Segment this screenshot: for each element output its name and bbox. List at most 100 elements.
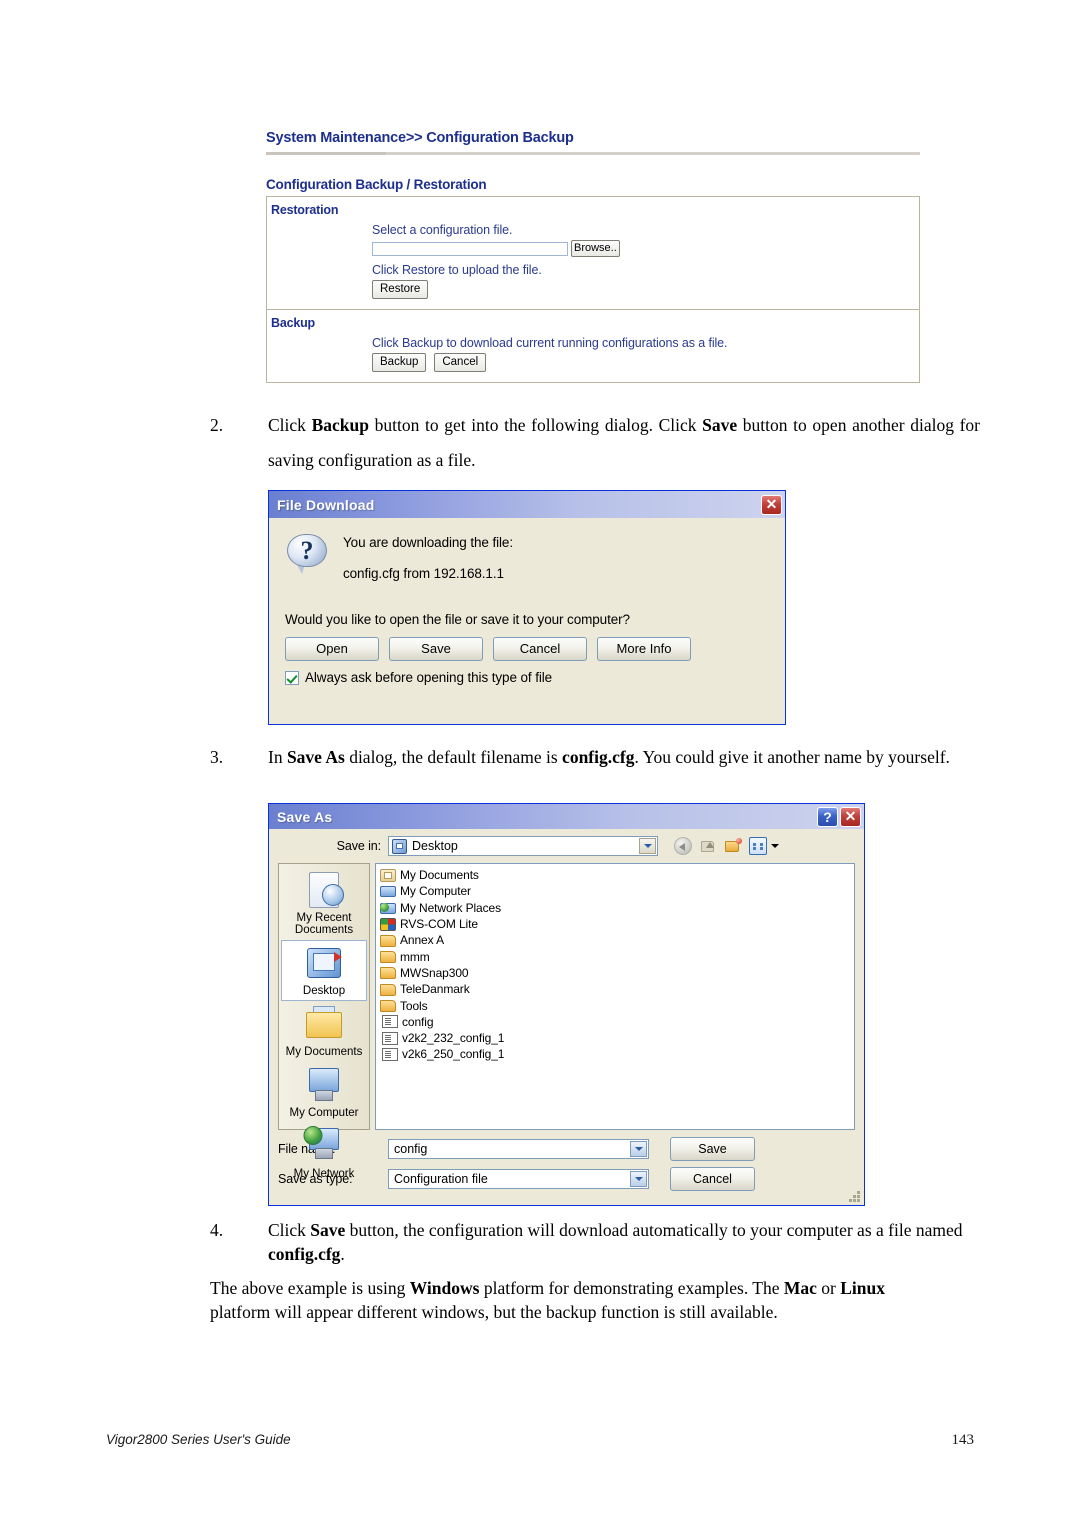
place-my-computer[interactable]: My Computer	[281, 1062, 367, 1123]
new-folder-icon[interactable]	[724, 837, 742, 855]
save-as-title: Save As	[277, 808, 333, 825]
place-my-recent-documents[interactable]: My Recent Documents	[281, 867, 367, 940]
document-icon	[382, 1047, 398, 1061]
always-ask-label: Always ask before opening this type of f…	[305, 670, 553, 685]
list-item[interactable]: mmm	[380, 948, 850, 964]
chevron-down-icon[interactable]	[630, 1171, 647, 1187]
help-icon[interactable]: ?	[817, 806, 838, 827]
always-ask-checkbox[interactable]	[285, 670, 299, 685]
open-button[interactable]: Open	[285, 637, 379, 661]
file-name-value: config	[394, 1142, 428, 1156]
list-item[interactable]: My Computer	[380, 883, 850, 899]
close-icon[interactable]: ✕	[761, 494, 782, 515]
download-question-text: Would you like to open the file or save …	[285, 612, 630, 627]
list-item[interactable]: v2k2_232_config_1	[380, 1030, 850, 1046]
click-restore-text: Click Restore to upload the file.	[372, 263, 542, 277]
page-number: 143	[951, 1432, 975, 1448]
list-item[interactable]: RVS-COM Lite	[380, 916, 850, 932]
config-file-input[interactable]	[372, 241, 568, 256]
views-icon[interactable]	[749, 837, 767, 855]
folder-icon	[380, 934, 396, 947]
my-documents-icon	[282, 1004, 366, 1044]
restore-button[interactable]: Restore	[372, 280, 429, 299]
save-in-value: Desktop	[412, 839, 458, 853]
browse-button[interactable]: Browse..	[571, 240, 620, 257]
save-button[interactable]: Save	[389, 637, 483, 661]
router-config-panel: System Maintenance>> Configuration Backu…	[266, 130, 922, 383]
step-2-number: 2.	[210, 415, 224, 435]
place-label: My Documents	[285, 1046, 363, 1058]
my-recent-documents-icon	[282, 870, 366, 910]
restoration-label: Restoration	[271, 203, 339, 217]
list-item-label: config	[402, 1014, 434, 1029]
breadcrumb-current: Configuration Backup	[426, 130, 574, 146]
save-as-titlebar[interactable]: Save As ? ✕	[269, 804, 864, 829]
save-in-label: Save in:	[336, 839, 381, 853]
resize-grip[interactable]	[849, 1191, 861, 1203]
place-my-documents[interactable]: My Documents	[281, 1001, 367, 1062]
step-3: 3. In Save As dialog, the default filena…	[210, 745, 980, 769]
back-icon[interactable]	[674, 837, 692, 855]
list-item[interactable]: My Network Places	[380, 900, 850, 916]
chevron-down-icon[interactable]	[639, 838, 656, 854]
my-network-icon	[282, 1126, 366, 1166]
document-icon	[382, 1015, 398, 1029]
more-info-button[interactable]: More Info	[597, 637, 691, 661]
step-4-text: Click Save button, the configuration wil…	[268, 1220, 963, 1264]
file-list[interactable]: My Documents My Computer My Network Plac…	[375, 863, 855, 1130]
file-download-titlebar[interactable]: File Download ✕	[269, 491, 785, 518]
page-title: Configuration Backup / Restoration	[266, 177, 487, 192]
list-item-label: MWSnap300	[400, 965, 469, 980]
download-line-2: config.cfg from 192.168.1.1	[343, 566, 504, 581]
list-item-label: Tools	[400, 998, 428, 1013]
list-item-label: My Documents	[400, 868, 479, 883]
desktop-icon	[282, 943, 366, 983]
save-as-type-select[interactable]: Configuration file	[388, 1169, 649, 1189]
breadcrumb-separator: >>	[405, 130, 423, 146]
restoration-section: Restoration Select a configuration file.…	[267, 197, 919, 309]
list-item[interactable]: v2k6_250_config_1	[380, 1046, 850, 1062]
my-documents-icon	[380, 868, 396, 882]
place-desktop[interactable]: Desktop	[281, 940, 367, 1001]
platform-note: The above example is using Windows platf…	[210, 1278, 885, 1322]
save-in-combobox[interactable]: Desktop	[388, 836, 658, 856]
always-ask-checkbox-row[interactable]: Always ask before opening this type of f…	[285, 670, 769, 685]
folder-icon	[380, 983, 396, 996]
breadcrumb: System Maintenance>> Configuration Backu…	[266, 130, 922, 146]
place-label: My Recent Documents	[294, 912, 354, 936]
file-download-dialog: File Download ✕ ? You are downloading th…	[268, 490, 786, 725]
footer-title: Vigor2800 Series User's Guide	[106, 1432, 291, 1447]
file-download-buttons: Open Save Cancel More Info	[285, 637, 769, 661]
step-2-text: Click Backup button to get into the foll…	[268, 415, 980, 470]
cancel-button[interactable]: Cancel	[493, 637, 587, 661]
cancel-button[interactable]: Cancel	[670, 1167, 755, 1191]
breadcrumb-parent[interactable]: System Maintenance	[266, 130, 406, 146]
folder-icon	[380, 967, 396, 980]
backup-button[interactable]: Backup	[372, 353, 427, 372]
list-item[interactable]: MWSnap300	[380, 965, 850, 981]
file-name-input[interactable]: config	[388, 1139, 649, 1159]
document-icon	[382, 1031, 398, 1045]
step-3-number: 3.	[210, 747, 224, 767]
views-chevron-down-icon[interactable]	[771, 844, 779, 848]
list-item[interactable]: TeleDanmark	[380, 981, 850, 997]
list-item-label: TeleDanmark	[400, 982, 470, 997]
place-label: My Computer	[289, 1107, 359, 1119]
page-footer: Vigor2800 Series User's Guide 143	[106, 1432, 974, 1449]
rvs-com-lite-icon	[380, 917, 396, 931]
save-button[interactable]: Save	[670, 1137, 755, 1161]
cancel-button[interactable]: Cancel	[434, 353, 487, 372]
close-icon[interactable]: ✕	[840, 806, 861, 827]
backup-label: Backup	[271, 316, 315, 330]
list-item-label: v2k2_232_config_1	[402, 1031, 505, 1046]
list-item[interactable]: Annex A	[380, 932, 850, 948]
list-item[interactable]: My Documents	[380, 867, 850, 883]
up-one-level-icon[interactable]	[699, 837, 717, 855]
places-bar: My Recent Documents Desktop My Documents	[278, 863, 370, 1180]
my-network-places-icon	[380, 902, 396, 914]
list-item[interactable]: Tools	[380, 997, 850, 1013]
list-item-label: My Computer	[400, 884, 471, 899]
chevron-down-icon[interactable]	[630, 1141, 647, 1157]
folder-icon	[380, 1000, 396, 1013]
list-item[interactable]: config	[380, 1014, 850, 1030]
